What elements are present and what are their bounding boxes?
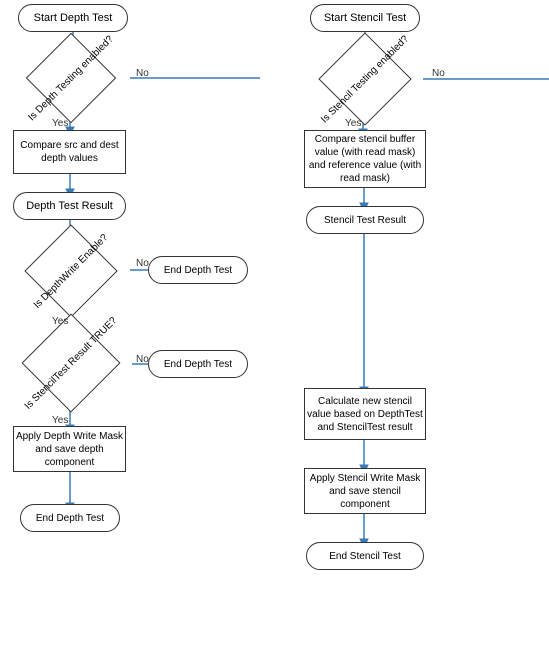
apply-depth-write-mask: Apply Depth Write Mask and save depth co…	[13, 426, 126, 472]
compare-depth-values: Compare src and dest depth values	[13, 130, 126, 174]
stencil-test-result: Stencil Test Result	[306, 206, 424, 234]
diagram-container: Start Depth Test Is Depth Testing enable…	[0, 0, 549, 646]
apply-stencil-write-mask: Apply Stencil Write Mask and save stenci…	[304, 468, 426, 514]
end-depth-test-2: End Depth Test	[148, 350, 248, 378]
compare-depth-label: Compare src and dest depth values	[14, 139, 125, 165]
calc-stencil-label: Calculate new stencil value based on Dep…	[305, 395, 425, 434]
apply-depth-write-label: Apply Depth Write Mask and save depth co…	[14, 430, 125, 469]
end-depth-test-1: End Depth Test	[148, 256, 248, 284]
end-depth-2-label: End Depth Test	[164, 358, 232, 371]
calc-stencil-value: Calculate new stencil value based on Dep…	[304, 388, 426, 440]
no-label-right: No	[432, 68, 445, 79]
is-depth-enabled-diamond: Is Depth Testing enabled?	[10, 46, 132, 110]
apply-stencil-write-label: Apply Stencil Write Mask and save stenci…	[305, 472, 425, 511]
no-label-2: No	[136, 258, 149, 269]
is-stenciltest-result-diamond: Is StencilTest Result TRUE?	[5, 328, 137, 398]
no-label-1: No	[136, 68, 149, 79]
end-depth-3-label: End Depth Test	[36, 512, 104, 525]
is-depthwrite-enable-diamond: Is DepthWrite Enable?	[8, 238, 134, 304]
start-depth-test: Start Depth Test	[18, 4, 128, 32]
end-stencil-label: End Stencil Test	[329, 550, 401, 563]
depth-test-result-label: Depth Test Result	[26, 199, 113, 213]
end-stencil-test: End Stencil Test	[306, 542, 424, 570]
end-depth-test-3: End Depth Test	[20, 504, 120, 532]
compare-stencil-values: Compare stencil buffer value (with read …	[304, 130, 426, 188]
yes-label-1: Yes	[52, 118, 68, 129]
yes-label-3: Yes	[52, 415, 68, 426]
yes-label-2: Yes	[52, 316, 68, 327]
start-depth-label: Start Depth Test	[34, 11, 113, 25]
no-label-3: No	[136, 354, 149, 365]
yes-label-right: Yes	[345, 118, 361, 129]
stencil-test-result-label: Stencil Test Result	[324, 214, 406, 227]
end-depth-1-label: End Depth Test	[164, 264, 232, 277]
depth-test-result: Depth Test Result	[13, 192, 126, 220]
start-stencil-test: Start Stencil Test	[310, 4, 420, 32]
is-stencil-enabled-diamond: Is Stencil Testing enabled?	[300, 46, 430, 112]
compare-stencil-label: Compare stencil buffer value (with read …	[305, 133, 425, 185]
start-stencil-label: Start Stencil Test	[324, 11, 406, 25]
